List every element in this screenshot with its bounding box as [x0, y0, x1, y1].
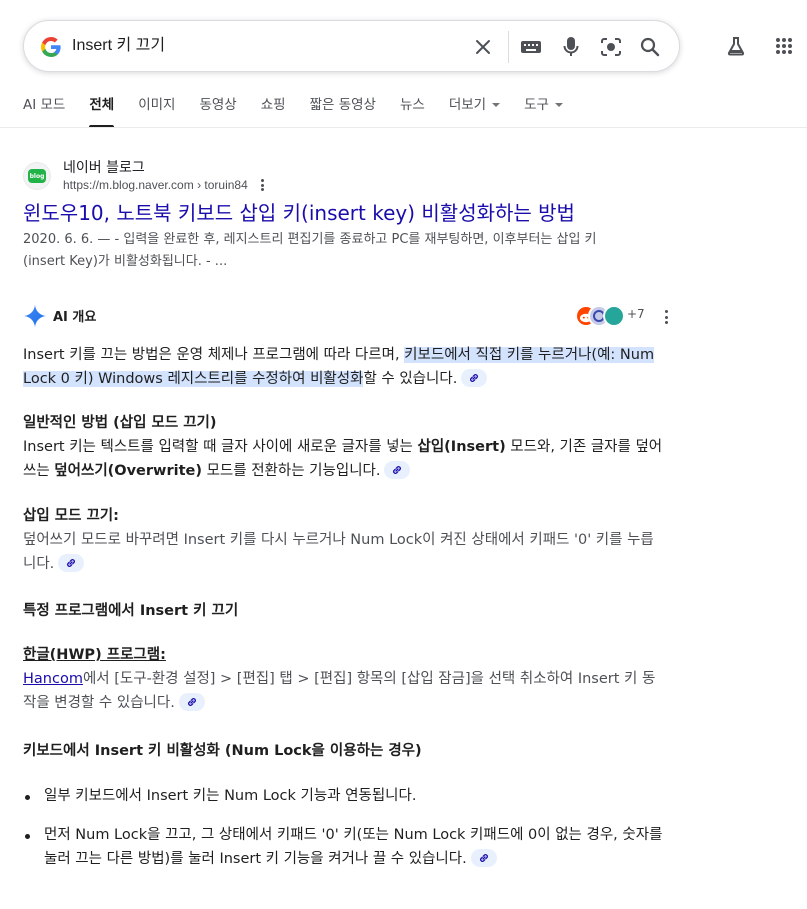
keyboard-icon[interactable]: [519, 35, 543, 59]
snippet-line: (insert Key)가 비활성화됩니다. - ...: [23, 254, 228, 269]
snippet-line: 2020. 6. 6. — - 입력을 완료한 후, 레지스트리 편집기를 종료…: [23, 232, 597, 247]
source-link-icon[interactable]: [461, 369, 488, 387]
text-run: 모드를 전환하는 기능입니다.: [201, 463, 381, 479]
google-logo-icon: [41, 36, 61, 57]
search-icon[interactable]: [638, 35, 662, 59]
ai-overview-more-icon[interactable]: [660, 309, 672, 325]
ai-overview-intro: Insert 키를 끄는 방법은 운영 체제나 프로그램에 따라 다르며, 키보…: [23, 343, 663, 391]
tab-all[interactable]: 전체: [89, 92, 114, 128]
list-item: 일부 키보드에서 Insert 키는 Num Lock 기능과 연동됩니다.: [23, 784, 663, 808]
site-favicon[interactable]: blog: [23, 162, 51, 190]
result-url[interactable]: https://m.blog.naver.com › toruin84: [63, 178, 248, 192]
section-text: 덮어쓰기 모드로 바꾸려면 Insert 키를 다시 누르거나 Num Lock…: [23, 528, 663, 576]
text-run: 에서 [도구-환경 설정] > [편집] 탭 > [편집] 항목의 [삽입 잠금…: [23, 671, 656, 711]
result-site-name[interactable]: 네이버 블로그: [63, 157, 145, 177]
result-more-options-icon[interactable]: [256, 177, 268, 193]
source-avatars[interactable]: [575, 305, 627, 327]
section-general: 일반적인 방법 (삽입 모드 끄기) Insert 키는 텍스트를 입력할 때 …: [23, 411, 663, 483]
list-item: 먼저 Num Lock을 끄고, 그 상태에서 키패드 '0' 키(또는 Num…: [23, 823, 663, 871]
intro-text-end: 할 수 있습니다.: [363, 371, 458, 387]
tab-tools[interactable]: 도구: [524, 92, 563, 128]
apps-grid-icon[interactable]: [772, 34, 796, 58]
text-run: 먼저 Num Lock을 끄고, 그 상태에서 키패드 '0' 키(또는 Num…: [44, 827, 663, 867]
section-hwp: 한글(HWP) 프로그램: Hancom에서 [도구-환경 설정] > [편집]…: [23, 643, 663, 715]
bold-run: 삽입(Insert): [417, 439, 506, 455]
tab-images[interactable]: 이미지: [138, 92, 175, 128]
section-numlock: 키보드에서 Insert 키 비활성화 (Num Lock을 이용하는 경우): [23, 739, 663, 763]
tab-shopping[interactable]: 쇼핑: [261, 92, 286, 128]
chevron-down-icon: [492, 103, 501, 107]
section-insert-off: 삽입 모드 끄기: 덮어쓰기 모드로 바꾸려면 Insert 키를 다시 누르거…: [23, 504, 663, 576]
clear-icon[interactable]: [471, 35, 495, 59]
text-run: Insert 키는 텍스트를 입력할 때 글자 사이에 새로운 글자를 넣는: [23, 439, 418, 455]
section-text: Insert 키는 텍스트를 입력할 때 글자 사이에 새로운 글자를 넣는 삽…: [23, 435, 663, 483]
intro-text: Insert 키를 끄는 방법은 운영 체제나 프로그램에 따라 다르며,: [23, 347, 405, 363]
labs-flask-icon[interactable]: [724, 34, 748, 58]
tab-ai-mode[interactable]: AI 모드: [23, 92, 65, 128]
numlock-list: 일부 키보드에서 Insert 키는 Num Lock 기능과 연동됩니다. 먼…: [23, 784, 663, 871]
tabs-divider: [0, 127, 807, 128]
section-program: 특정 프로그램에서 Insert 키 끄기: [23, 599, 663, 623]
hancom-link[interactable]: Hancom: [23, 671, 83, 687]
tab-short-videos[interactable]: 짧은 동영상: [310, 92, 376, 128]
text-run: 일부 키보드에서 Insert 키는 Num Lock 기능과 연동됩니다.: [44, 788, 417, 804]
search-bar[interactable]: Insert 키 끄기: [23, 20, 680, 72]
source-link-icon[interactable]: [178, 693, 205, 711]
ai-sparkle-icon: [24, 305, 46, 327]
section-heading: 키보드에서 Insert 키 비활성화 (Num Lock을 이용하는 경우): [23, 743, 422, 759]
result-snippet: 2020. 6. 6. — - 입력을 완료한 후, 레지스트리 편집기를 종료…: [23, 229, 673, 273]
ai-overview-title: AI 개요: [53, 310, 97, 325]
text-run: 덮어쓰기 모드로 바꾸려면 Insert 키를 다시 누르거나 Num Lock…: [23, 532, 654, 572]
search-input[interactable]: Insert 키 끄기: [72, 35, 165, 57]
blog-icon: blog: [28, 169, 46, 183]
bold-run: 덮어쓰기(Overwrite): [54, 463, 202, 479]
microphone-icon[interactable]: [559, 35, 583, 59]
section-heading: 일반적인 방법 (삽입 모드 끄기): [23, 415, 217, 431]
source-link-icon[interactable]: [384, 461, 411, 479]
result-title-link[interactable]: 윈도우10, 노트북 키보드 삽입 키(insert key) 비활성화하는 방…: [23, 199, 575, 227]
search-divider: [508, 31, 509, 63]
source-avatar: [603, 305, 625, 327]
tab-more[interactable]: 더보기: [448, 92, 501, 128]
tab-videos[interactable]: 동영상: [199, 92, 236, 128]
section-heading: 삽입 모드 끄기:: [23, 508, 119, 524]
search-tabs: AI 모드 전체 이미지 동영상 쇼핑 짧은 동영상 뉴스 더보기 도구: [23, 92, 587, 128]
source-count[interactable]: +7: [627, 307, 645, 321]
section-heading: 한글(HWP) 프로그램:: [23, 647, 166, 663]
tab-tools-label: 도구: [524, 97, 549, 113]
chevron-down-icon: [554, 103, 563, 107]
tab-news[interactable]: 뉴스: [400, 92, 425, 128]
source-link-icon[interactable]: [58, 554, 85, 572]
camera-lens-icon[interactable]: [599, 35, 623, 59]
tab-more-label: 더보기: [448, 97, 487, 113]
source-link-icon[interactable]: [470, 849, 497, 867]
section-heading: 특정 프로그램에서 Insert 키 끄기: [23, 603, 239, 619]
section-text: Hancom에서 [도구-환경 설정] > [편집] 탭 > [편집] 항목의 …: [23, 667, 663, 715]
